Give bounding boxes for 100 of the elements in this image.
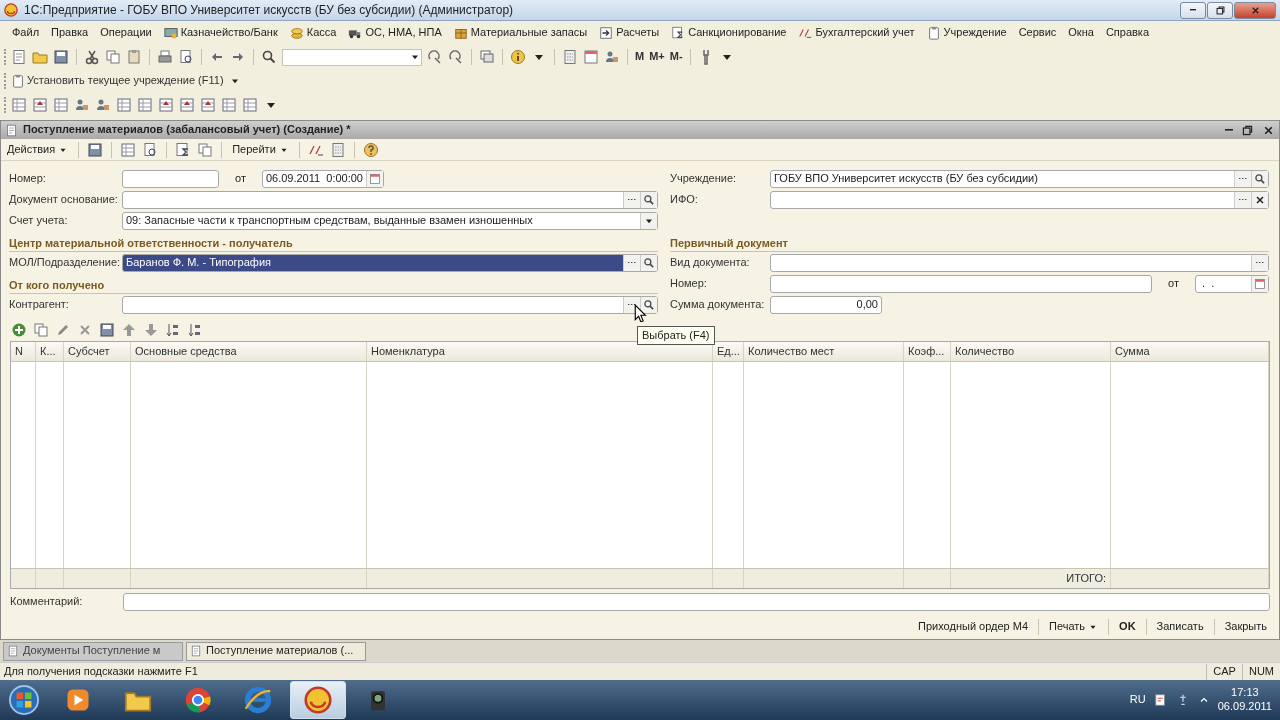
preview-icon[interactable]: [178, 49, 194, 65]
account-select[interactable]: 09: Запасные части к транспортным средствам, выданные взамен изношенных: [122, 211, 658, 230]
column-header[interactable]: Сумма: [1111, 342, 1269, 361]
menu-item[interactable]: Материальные запасы: [453, 26, 588, 40]
taskbar-app[interactable]: [290, 681, 346, 719]
table-icon[interactable]: [179, 97, 195, 113]
dropdown-button[interactable]: [640, 212, 657, 229]
menu-item[interactable]: Сервис: [1018, 26, 1057, 40]
column-header[interactable]: Количество: [951, 342, 1111, 361]
memory-button[interactable]: M-: [669, 50, 683, 64]
calculator-icon[interactable]: [562, 49, 578, 65]
menu-item[interactable]: Операции: [100, 26, 152, 40]
menu-button[interactable]: Печать: [1047, 620, 1101, 634]
column-header[interactable]: Ед...: [713, 342, 744, 361]
menu-item[interactable]: Бухгалтерский учет: [798, 26, 915, 40]
input-field[interactable]: [122, 295, 658, 314]
memory-button[interactable]: M+: [649, 50, 665, 64]
menu-item[interactable]: Окна: [1068, 26, 1094, 40]
table-icon[interactable]: [158, 97, 174, 113]
menu-item[interactable]: Файл: [12, 26, 40, 40]
sort-icon[interactable]: [187, 322, 203, 338]
calendar-button[interactable]: [1251, 275, 1268, 292]
menu-item[interactable]: Правка: [51, 26, 89, 40]
document-icon[interactable]: [11, 49, 27, 65]
menu-item[interactable]: Казначейство/Банк: [163, 26, 278, 40]
menu-item[interactable]: Учреждение: [926, 26, 1007, 40]
users-icon[interactable]: [604, 49, 620, 65]
search-button[interactable]: [640, 191, 657, 208]
folder-icon[interactable]: [32, 49, 48, 65]
copy-icon[interactable]: [105, 49, 121, 65]
clear-button[interactable]: [1251, 191, 1268, 208]
column-header[interactable]: Номенклатура: [367, 342, 713, 361]
menu-button[interactable]: Действия: [5, 142, 71, 157]
number-field[interactable]: [770, 274, 1153, 293]
calendar-button[interactable]: [365, 170, 383, 187]
action-button[interactable]: Закрыть: [1222, 620, 1269, 634]
cut-icon[interactable]: [84, 49, 100, 65]
find-next-icon[interactable]: [448, 49, 464, 65]
users-icon[interactable]: [74, 97, 90, 113]
help-icon[interactable]: [362, 141, 379, 158]
date-field[interactable]: 06.09.2011 0:00:00: [261, 169, 384, 188]
search-icon[interactable]: [261, 49, 277, 65]
set-institution-button[interactable]: Установить текущее учреждение (F11): [11, 74, 224, 88]
menu-button[interactable]: Перейти: [230, 142, 291, 157]
comment-field[interactable]: [123, 593, 1270, 611]
search-button[interactable]: [640, 254, 657, 271]
menu-item[interactable]: Справка: [1105, 26, 1150, 40]
action-button[interactable]: Записать: [1154, 620, 1206, 634]
amount-field[interactable]: 0,00: [770, 295, 882, 314]
printer-icon[interactable]: [157, 49, 173, 65]
search-button[interactable]: [640, 296, 657, 313]
search-icon: [1254, 172, 1266, 185]
restore-button[interactable]: [1241, 123, 1254, 137]
input-field[interactable]: [770, 190, 1269, 209]
input-field[interactable]: [770, 253, 1269, 272]
search-combo-field[interactable]: [282, 48, 422, 66]
sort-icon[interactable]: [165, 322, 181, 338]
calculator-icon[interactable]: [329, 141, 346, 158]
close-button[interactable]: [1234, 1, 1276, 19]
number-field[interactable]: [122, 169, 219, 188]
move-down-icon[interactable]: [143, 322, 159, 338]
column-header[interactable]: Субсчет: [64, 342, 131, 361]
window-tab[interactable]: Поступление материалов (...: [186, 641, 366, 661]
input-field[interactable]: Баранов Ф. М. - Типография: [122, 253, 658, 272]
info-icon[interactable]: [510, 49, 526, 65]
table-icon[interactable]: [200, 97, 216, 113]
menu-item[interactable]: Расчеты: [599, 26, 660, 40]
users-icon[interactable]: [95, 97, 111, 113]
menu-item[interactable]: Касса: [289, 26, 337, 40]
clipboard-icon[interactable]: [126, 49, 142, 65]
save-icon[interactable]: [87, 141, 104, 158]
search-button[interactable]: [1251, 170, 1268, 187]
pencil-icon[interactable]: [55, 322, 71, 338]
column-header[interactable]: Коэф...: [904, 342, 951, 361]
input-field[interactable]: ГОБУ ВПО Университет искусств (БУ без субсидии): [770, 169, 1269, 188]
memory-button[interactable]: M: [635, 50, 645, 64]
window-tab[interactable]: Документы Поступление м: [3, 641, 183, 661]
column-header[interactable]: К...: [36, 342, 64, 361]
action-button[interactable]: OK: [1117, 620, 1138, 634]
copy-icon[interactable]: [33, 322, 49, 338]
menu-item[interactable]: Санкционирование: [671, 26, 787, 40]
windows-icon[interactable]: [479, 49, 495, 65]
language-indicator[interactable]: RU: [1129, 693, 1146, 707]
copy-icon[interactable]: [197, 141, 214, 158]
column-header[interactable]: N: [11, 342, 36, 361]
save-icon[interactable]: [53, 49, 69, 65]
input-field[interactable]: [122, 190, 658, 209]
menu-item[interactable]: ОС, НМА, НПА: [348, 26, 442, 40]
calendar-icon[interactable]: [583, 49, 599, 65]
find-next-icon[interactable]: [427, 49, 443, 65]
save-icon[interactable]: [99, 322, 115, 338]
table-icon[interactable]: [32, 97, 48, 113]
move-up-icon[interactable]: [121, 322, 137, 338]
date-field[interactable]: . .: [1195, 274, 1269, 293]
action-button[interactable]: Приходный ордер М4: [916, 620, 1031, 634]
column-header[interactable]: Основные средства: [131, 342, 367, 361]
restore-button[interactable]: [1207, 1, 1233, 19]
column-header[interactable]: Количество мест: [744, 342, 904, 361]
add-icon[interactable]: [11, 322, 27, 338]
preview-icon[interactable]: [142, 141, 159, 158]
